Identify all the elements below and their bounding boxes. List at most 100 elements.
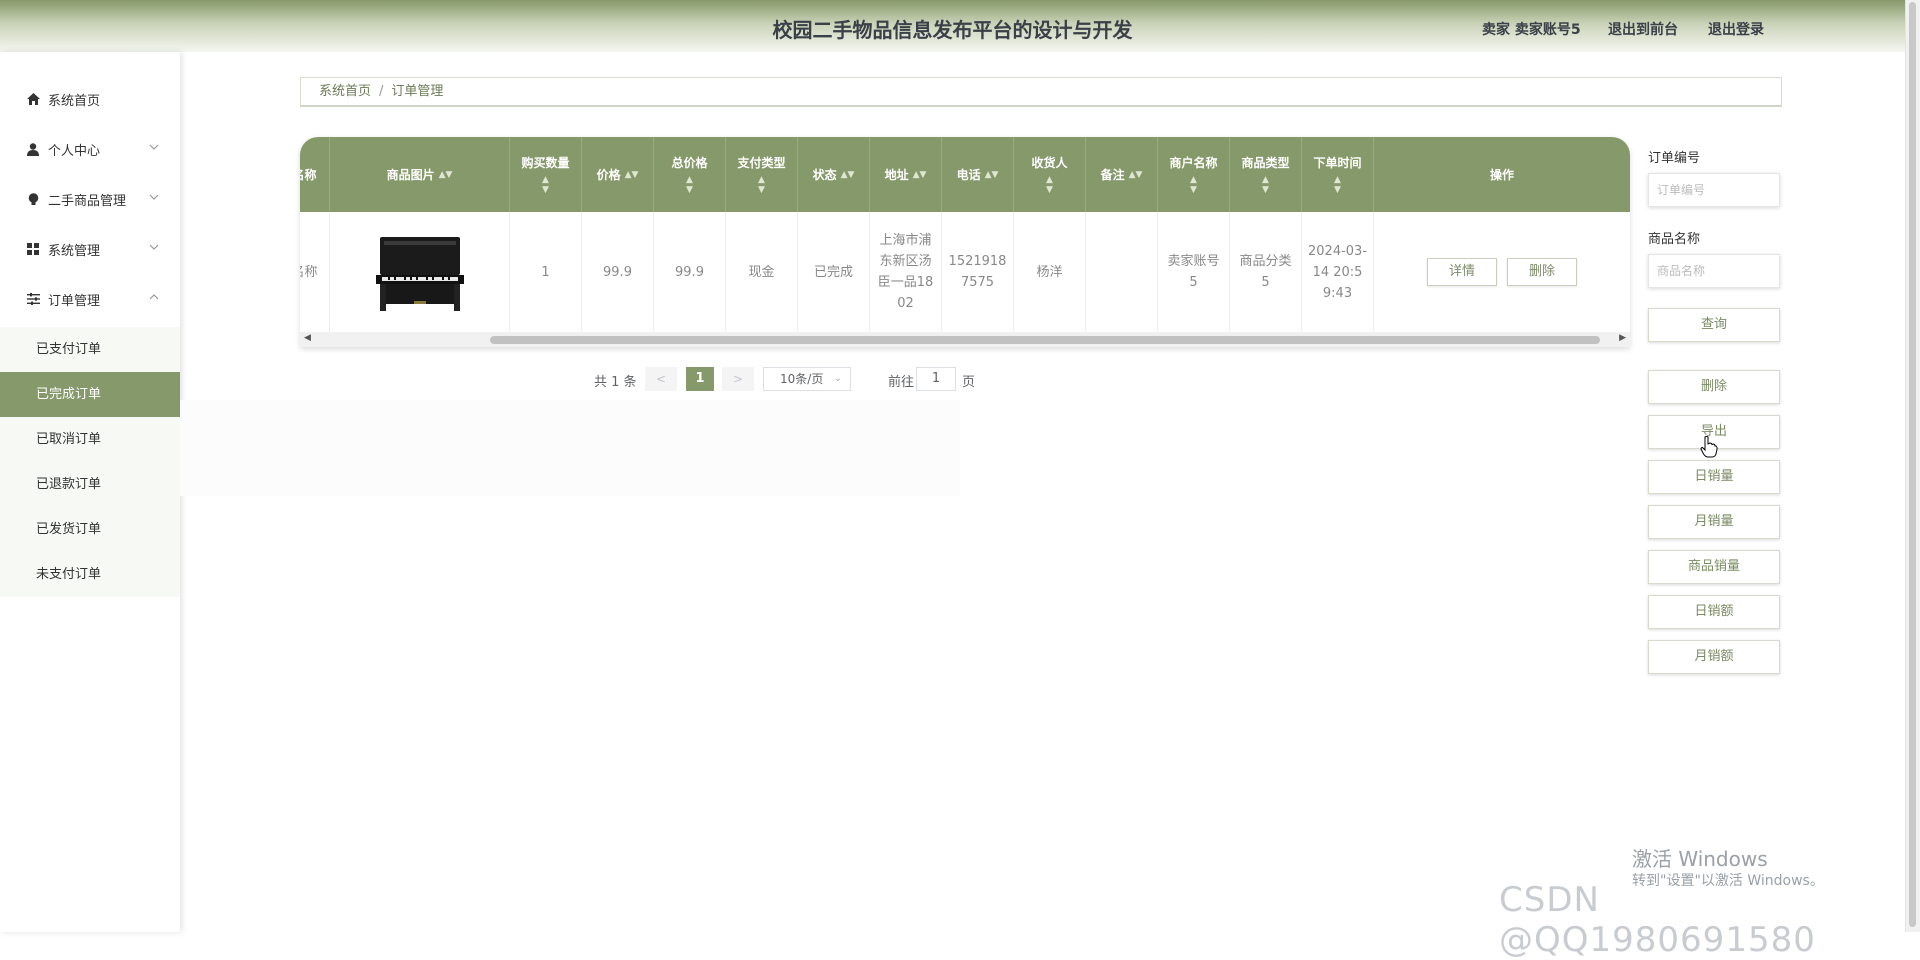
col-header-status[interactable]: 状态 ▲▼ bbox=[798, 137, 870, 212]
cell-receiver: 杨洋 bbox=[1014, 212, 1086, 332]
sidebar-item-secondhand[interactable]: 二手商品管理 bbox=[0, 174, 180, 224]
sort-icon[interactable]: ▲▼ bbox=[1262, 175, 1269, 195]
chevron-down-icon bbox=[149, 244, 159, 250]
sidebar-item-label: 订单管理 bbox=[48, 293, 101, 309]
chevron-down-icon bbox=[149, 144, 159, 150]
breadcrumb-home[interactable]: 系统首页 bbox=[319, 84, 371, 99]
sub-item-refunded[interactable]: 已退款订单 bbox=[0, 462, 180, 507]
monthly-revenue-button[interactable]: 月销额 bbox=[1648, 640, 1780, 674]
col-header-name[interactable]: 名称 bbox=[300, 137, 330, 212]
page-size-select[interactable]: 10条/页 ⌄ bbox=[763, 367, 851, 391]
col-header-category[interactable]: 商品类型 ▲ ▼ bbox=[1230, 137, 1302, 212]
chevron-up-icon bbox=[149, 294, 159, 300]
scroll-right-arrow-icon[interactable]: ▶ bbox=[1619, 333, 1626, 343]
col-header-remark[interactable]: 备注 ▲▼ bbox=[1086, 137, 1158, 212]
product-sales-button[interactable]: 商品销量 bbox=[1648, 550, 1780, 584]
sort-icon[interactable]: ▲▼ bbox=[625, 170, 639, 180]
sidebar-item-label: 个人中心 bbox=[48, 143, 101, 159]
user-icon bbox=[26, 142, 40, 156]
product-image-piano[interactable] bbox=[374, 231, 466, 313]
csdn-watermark: CSDN @QQ1980691580 bbox=[1499, 880, 1816, 960]
sort-icon[interactable]: ▲▼ bbox=[913, 170, 927, 180]
breadcrumb: 系统首页 / 订单管理 bbox=[300, 77, 1782, 107]
windows-activation-watermark: 激活 Windows bbox=[1632, 847, 1768, 871]
daily-revenue-button[interactable]: 日销额 bbox=[1648, 595, 1780, 629]
pagination-total: 共 1 条 bbox=[594, 375, 637, 390]
col-header-merchant[interactable]: 商户名称 ▲ ▼ bbox=[1158, 137, 1230, 212]
col-header-order-time[interactable]: 下单时间 ▲ ▼ bbox=[1302, 137, 1374, 212]
table-header: 名称 商品图片▲▼ 购买数量▲▼ 价格▲▼ 总价格▲▼ 支付类型▲▼ 状态▲▼ … bbox=[300, 137, 1630, 212]
col-header-quantity[interactable]: 购买数量 ▲ ▼ bbox=[510, 137, 582, 212]
logout-link[interactable]: 退出登录 bbox=[1708, 19, 1764, 39]
sort-icon[interactable]: ▲▼ bbox=[841, 170, 855, 180]
bulb-icon bbox=[26, 192, 40, 206]
goto-page-input[interactable]: 1 bbox=[916, 367, 956, 391]
cell-name: 名称 bbox=[300, 212, 330, 332]
col-header-paytype[interactable]: 支付类型 ▲ ▼ bbox=[726, 137, 798, 212]
order-no-label: 订单编号 bbox=[1648, 151, 1701, 166]
table-scrollbar-thumb[interactable] bbox=[490, 336, 1600, 344]
page-scrollbar[interactable] bbox=[1905, 0, 1920, 932]
sub-item-shipped[interactable]: 已发货订单 bbox=[0, 507, 180, 552]
cell-phone: 15219187575 bbox=[942, 212, 1014, 332]
next-page-button[interactable]: > bbox=[722, 367, 754, 391]
cell-category: 商品分类5 bbox=[1230, 212, 1302, 332]
prev-page-button[interactable]: < bbox=[645, 367, 677, 391]
monthly-sales-button[interactable]: 月销量 bbox=[1648, 505, 1780, 539]
col-header-receiver[interactable]: 收货人 ▲ ▼ bbox=[1014, 137, 1086, 212]
query-button[interactable]: 查询 bbox=[1648, 308, 1780, 342]
product-name-label: 商品名称 bbox=[1648, 232, 1701, 247]
breadcrumb-separator: / bbox=[379, 84, 384, 99]
col-header-phone[interactable]: 电话 ▲▼ bbox=[942, 137, 1014, 212]
home-icon bbox=[26, 92, 40, 106]
sidebar-item-personal[interactable]: 个人中心 bbox=[0, 124, 180, 174]
product-name-input[interactable]: 商品名称 bbox=[1648, 254, 1780, 288]
back-to-front-link[interactable]: 退出到前台 bbox=[1608, 19, 1678, 39]
sort-icon[interactable]: ▲▼ bbox=[686, 175, 693, 195]
grid-icon bbox=[26, 242, 40, 256]
sort-icon[interactable]: ▲▼ bbox=[542, 175, 549, 195]
col-header-total[interactable]: 总价格 ▲ ▼ bbox=[654, 137, 726, 212]
delete-button[interactable]: 删除 bbox=[1648, 370, 1780, 404]
cell-status: 已完成 bbox=[798, 212, 870, 332]
scroll-left-arrow-icon[interactable]: ◀ bbox=[304, 333, 311, 343]
hand-cursor-icon bbox=[1700, 436, 1718, 458]
daily-sales-button[interactable]: 日销量 bbox=[1648, 460, 1780, 494]
cell-image bbox=[330, 212, 510, 332]
sidebar-item-system[interactable]: 系统管理 bbox=[0, 224, 180, 274]
sidebar-item-home[interactable]: 系统首页 bbox=[0, 74, 180, 124]
col-header-price[interactable]: 价格 ▲▼ bbox=[582, 137, 654, 212]
sub-item-unpaid[interactable]: 未支付订单 bbox=[0, 552, 180, 597]
cell-merchant: 卖家账号5 bbox=[1158, 212, 1230, 332]
cell-paytype: 现金 bbox=[726, 212, 798, 332]
breadcrumb-current: 订单管理 bbox=[391, 84, 444, 99]
background-panel bbox=[180, 400, 960, 496]
sidebar-item-orders[interactable]: 订单管理 bbox=[0, 274, 180, 324]
col-header-image[interactable]: 商品图片 ▲▼ bbox=[330, 137, 510, 212]
sidebar: 系统首页 个人中心 二手商品管理 系统管理 订单管理 已支付订单 已完成订单 已… bbox=[0, 52, 180, 932]
chevron-down-icon: ⌄ bbox=[833, 373, 842, 384]
sort-icon[interactable]: ▲▼ bbox=[1046, 175, 1053, 195]
page-number-1[interactable]: 1 bbox=[686, 367, 714, 391]
orders-submenu: 已支付订单 已完成订单 已取消订单 已退款订单 已发货订单 未支付订单 bbox=[0, 327, 180, 597]
cell-remark bbox=[1086, 212, 1158, 332]
detail-button[interactable]: 详情 bbox=[1427, 258, 1497, 286]
col-header-address[interactable]: 地址 ▲▼ bbox=[870, 137, 942, 212]
sort-icon[interactable]: ▲▼ bbox=[758, 175, 765, 195]
sort-icon[interactable]: ▲▼ bbox=[985, 170, 999, 180]
sidebar-item-label: 系统管理 bbox=[48, 243, 101, 259]
cell-total: 99.9 bbox=[654, 212, 726, 332]
table-horizontal-scrollbar[interactable]: ◀ ▶ bbox=[300, 332, 1630, 347]
order-no-input[interactable]: 订单编号 bbox=[1648, 173, 1780, 207]
sub-item-paid[interactable]: 已支付订单 bbox=[0, 327, 180, 372]
cell-quantity: 1 bbox=[510, 212, 582, 332]
sub-item-cancelled[interactable]: 已取消订单 bbox=[0, 417, 180, 462]
sort-icon[interactable]: ▲▼ bbox=[439, 170, 453, 180]
page-suffix: 页 bbox=[962, 375, 976, 390]
sort-icon[interactable]: ▲▼ bbox=[1190, 175, 1197, 195]
sort-icon[interactable]: ▲▼ bbox=[1129, 170, 1143, 180]
row-delete-button[interactable]: 删除 bbox=[1507, 258, 1577, 286]
sub-item-completed[interactable]: 已完成订单 bbox=[0, 372, 180, 417]
page-scrollbar-thumb[interactable] bbox=[1909, 2, 1916, 927]
sort-icon[interactable]: ▲▼ bbox=[1334, 175, 1341, 195]
